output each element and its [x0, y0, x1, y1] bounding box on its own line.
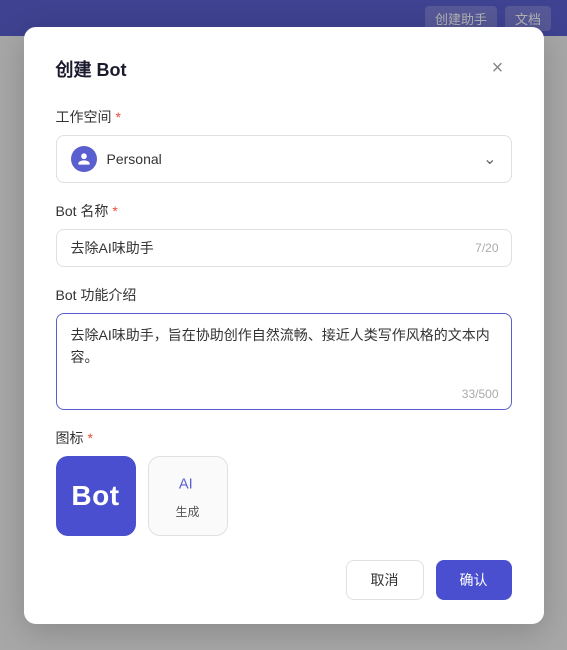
icon-preview[interactable]: Bot: [56, 456, 136, 536]
bot-name-required-star: *: [112, 203, 117, 219]
modal-header: 创建 Bot ×: [56, 55, 512, 83]
workspace-group: 工作空间 * Personal ⌄: [56, 107, 512, 183]
bot-intro-textarea[interactable]: 去除AI味助手，旨在协助创作自然流畅、接近人类写作风格的文本内容。: [57, 314, 511, 404]
icon-required-star: *: [88, 430, 93, 446]
icon-section: 图标 * Bot AI 生成: [56, 428, 512, 536]
workspace-select[interactable]: Personal ⌄: [56, 135, 512, 183]
bot-name-label: Bot 名称 *: [56, 201, 512, 221]
bot-intro-textarea-wrapper: 去除AI味助手，旨在协助创作自然流畅、接近人类写作风格的文本内容。 33/500: [56, 313, 512, 410]
close-button[interactable]: ×: [484, 55, 512, 83]
icon-label: 图标 *: [56, 428, 512, 448]
bot-intro-group: Bot 功能介绍 去除AI味助手，旨在协助创作自然流畅、接近人类写作风格的文本内…: [56, 285, 512, 410]
workspace-label: 工作空间 *: [56, 107, 512, 127]
ai-icon: AI: [177, 472, 199, 499]
icon-generate-button[interactable]: AI 生成: [148, 456, 228, 536]
bot-intro-label: Bot 功能介绍: [56, 285, 512, 305]
bot-name-counter: 7/20: [475, 241, 498, 255]
workspace-icon: [71, 146, 97, 172]
bot-name-input[interactable]: [57, 230, 511, 266]
svg-text:AI: AI: [178, 476, 192, 492]
bot-name-group: Bot 名称 * 7/20: [56, 201, 512, 267]
bot-intro-counter: 33/500: [462, 387, 499, 401]
modal-footer: 取消 确认: [56, 560, 512, 600]
chevron-down-icon: ⌄: [483, 149, 496, 169]
workspace-required-star: *: [116, 109, 121, 125]
create-bot-modal: 创建 Bot × 工作空间 * Personal ⌄: [24, 27, 544, 624]
modal-overlay: 创建 Bot × 工作空间 * Personal ⌄: [0, 0, 567, 650]
bot-name-input-wrapper: 7/20: [56, 229, 512, 267]
close-icon: ×: [492, 57, 504, 80]
icon-grid: Bot AI 生成: [56, 456, 512, 536]
confirm-button[interactable]: 确认: [436, 560, 512, 600]
cancel-button[interactable]: 取消: [346, 560, 424, 600]
workspace-value: Personal: [107, 151, 484, 167]
modal-title: 创建 Bot: [56, 56, 127, 82]
generate-label: 生成: [175, 503, 199, 520]
